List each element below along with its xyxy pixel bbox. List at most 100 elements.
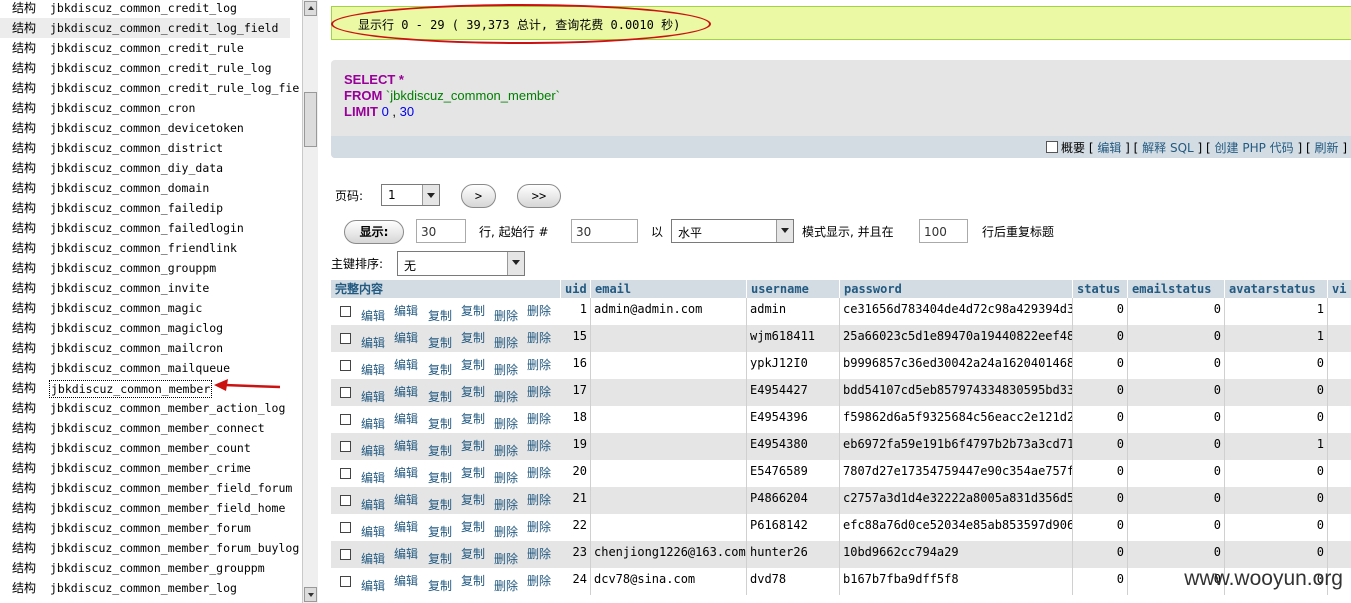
delete-icon-link[interactable]: 删除: [527, 491, 551, 508]
column-header[interactable]: emailstatus: [1128, 280, 1225, 298]
delete-icon-link[interactable]: 删除: [527, 437, 551, 454]
delete-icon-link[interactable]: 删除: [527, 545, 551, 562]
table-name-link[interactable]: jbkdiscuz_common_failedip: [50, 198, 223, 218]
row-checkbox[interactable]: [340, 441, 351, 452]
structure-link[interactable]: 结构: [12, 258, 36, 278]
delete-icon-link[interactable]: 删除: [527, 383, 551, 400]
structure-link[interactable]: 结构: [12, 518, 36, 538]
table-name-link[interactable]: jbkdiscuz_common_member: [49, 380, 213, 398]
structure-link[interactable]: 结构: [12, 218, 36, 238]
edit-link[interactable]: 编辑: [361, 550, 385, 567]
copy-link[interactable]: 复制: [428, 307, 452, 324]
column-header[interactable]: uid: [561, 280, 591, 298]
rows-input[interactable]: 30: [416, 219, 466, 243]
copy-link[interactable]: 复制: [428, 334, 452, 351]
copy-link[interactable]: 复制: [428, 523, 452, 540]
structure-link[interactable]: 结构: [12, 0, 36, 18]
sort-select[interactable]: 无: [397, 251, 525, 276]
table-name-link[interactable]: jbkdiscuz_common_member_forum: [50, 518, 251, 538]
structure-link[interactable]: 结构: [12, 358, 36, 378]
next-page-button[interactable]: >: [461, 184, 496, 208]
column-header[interactable]: status: [1073, 280, 1128, 298]
table-name-link[interactable]: jbkdiscuz_common_credit_log_field: [50, 18, 278, 38]
nav-scrollbar[interactable]: [302, 0, 318, 603]
structure-link[interactable]: 结构: [12, 398, 36, 418]
edit-icon-link[interactable]: 编辑: [394, 410, 418, 427]
table-name-link[interactable]: jbkdiscuz_common_failedlogin: [50, 218, 244, 238]
table-name-link[interactable]: jbkdiscuz_common_mailqueue: [50, 358, 230, 378]
full-text-toggle[interactable]: 完整内容: [331, 280, 561, 298]
table-name-link[interactable]: jbkdiscuz_common_member_field_forum: [50, 478, 292, 498]
table-name-link[interactable]: jbkdiscuz_common_credit_log: [50, 0, 237, 18]
copy-link[interactable]: 复制: [428, 415, 452, 432]
edit-sql-link[interactable]: 编辑: [1097, 141, 1121, 155]
edit-icon-link[interactable]: 编辑: [394, 437, 418, 454]
structure-link[interactable]: 结构: [12, 58, 36, 78]
structure-link[interactable]: 结构: [12, 418, 36, 438]
structure-link[interactable]: 结构: [12, 38, 36, 58]
edit-link[interactable]: 编辑: [361, 415, 385, 432]
table-name-link[interactable]: jbkdiscuz_common_grouppm: [50, 258, 216, 278]
create-php-link[interactable]: 创建 PHP 代码: [1215, 141, 1294, 155]
edit-link[interactable]: 编辑: [361, 523, 385, 540]
column-header[interactable]: username: [747, 280, 840, 298]
table-name-link[interactable]: jbkdiscuz_common_member_grouppm: [50, 558, 265, 578]
row-checkbox[interactable]: [340, 387, 351, 398]
nav-table-item[interactable]: 结构 jbkdiscuz_common_credit_log_field: [0, 18, 290, 38]
delete-link[interactable]: 删除: [494, 577, 518, 594]
structure-link[interactable]: 结构: [12, 178, 36, 198]
display-mode-select[interactable]: 水平: [671, 219, 794, 243]
table-name-link[interactable]: jbkdiscuz_common_devicetoken: [50, 118, 244, 138]
edit-link[interactable]: 编辑: [361, 334, 385, 351]
delete-icon-link[interactable]: 删除: [527, 572, 551, 589]
delete-link[interactable]: 删除: [494, 550, 518, 567]
delete-link[interactable]: 删除: [494, 307, 518, 324]
delete-link[interactable]: 删除: [494, 442, 518, 459]
structure-link[interactable]: 结构: [12, 558, 36, 578]
overview-checkbox[interactable]: [1045, 141, 1058, 153]
structure-link[interactable]: 结构: [12, 238, 36, 258]
edit-icon-link[interactable]: 编辑: [394, 491, 418, 508]
table-name-link[interactable]: jbkdiscuz_common_domain: [50, 178, 209, 198]
table-name-link[interactable]: jbkdiscuz_common_credit_rule_log_fie: [50, 78, 299, 98]
structure-link[interactable]: 结构: [12, 578, 36, 598]
row-checkbox[interactable]: [340, 414, 351, 425]
structure-link[interactable]: 结构: [12, 118, 36, 138]
table-name-link[interactable]: jbkdiscuz_common_member_forum_buylog: [50, 538, 299, 558]
structure-link[interactable]: 结构: [12, 378, 36, 398]
explain-sql-link[interactable]: 解释 SQL: [1142, 141, 1194, 155]
structure-link[interactable]: 结构: [12, 538, 36, 558]
edit-icon-link[interactable]: 编辑: [394, 464, 418, 481]
show-button[interactable]: 显示:: [344, 220, 404, 244]
delete-link[interactable]: 删除: [494, 523, 518, 540]
refresh-link[interactable]: 刷新: [1314, 141, 1338, 155]
table-name-link[interactable]: jbkdiscuz_common_member_log: [50, 578, 237, 598]
edit-icon-link[interactable]: 编辑: [394, 356, 418, 373]
edit-icon-link[interactable]: 编辑: [394, 329, 418, 346]
delete-icon-link[interactable]: 删除: [527, 302, 551, 319]
edit-link[interactable]: 编辑: [361, 307, 385, 324]
table-name-link[interactable]: jbkdiscuz_common_district: [50, 138, 223, 158]
copy-link[interactable]: 复制: [428, 388, 452, 405]
copy-icon-link[interactable]: 复制: [461, 491, 485, 508]
column-header[interactable]: avatarstatus: [1225, 280, 1328, 298]
table-name-link[interactable]: jbkdiscuz_common_friendlink: [50, 238, 237, 258]
delete-link[interactable]: 删除: [494, 334, 518, 351]
delete-link[interactable]: 删除: [494, 469, 518, 486]
edit-icon-link[interactable]: 编辑: [394, 383, 418, 400]
edit-icon-link[interactable]: 编辑: [394, 572, 418, 589]
structure-link[interactable]: 结构: [12, 458, 36, 478]
structure-link[interactable]: 结构: [12, 438, 36, 458]
table-name-link[interactable]: jbkdiscuz_common_member_field_home: [50, 498, 285, 518]
structure-link[interactable]: 结构: [12, 278, 36, 298]
table-name-link[interactable]: jbkdiscuz_common_magic: [50, 298, 202, 318]
scroll-up-arrow-icon[interactable]: [304, 1, 317, 16]
copy-icon-link[interactable]: 复制: [461, 572, 485, 589]
copy-icon-link[interactable]: 复制: [461, 329, 485, 346]
table-name-link[interactable]: jbkdiscuz_common_member_crime: [50, 458, 251, 478]
edit-icon-link[interactable]: 编辑: [394, 302, 418, 319]
edit-link[interactable]: 编辑: [361, 496, 385, 513]
structure-link[interactable]: 结构: [12, 138, 36, 158]
row-checkbox[interactable]: [340, 576, 351, 587]
start-row-input[interactable]: 30: [571, 219, 638, 243]
